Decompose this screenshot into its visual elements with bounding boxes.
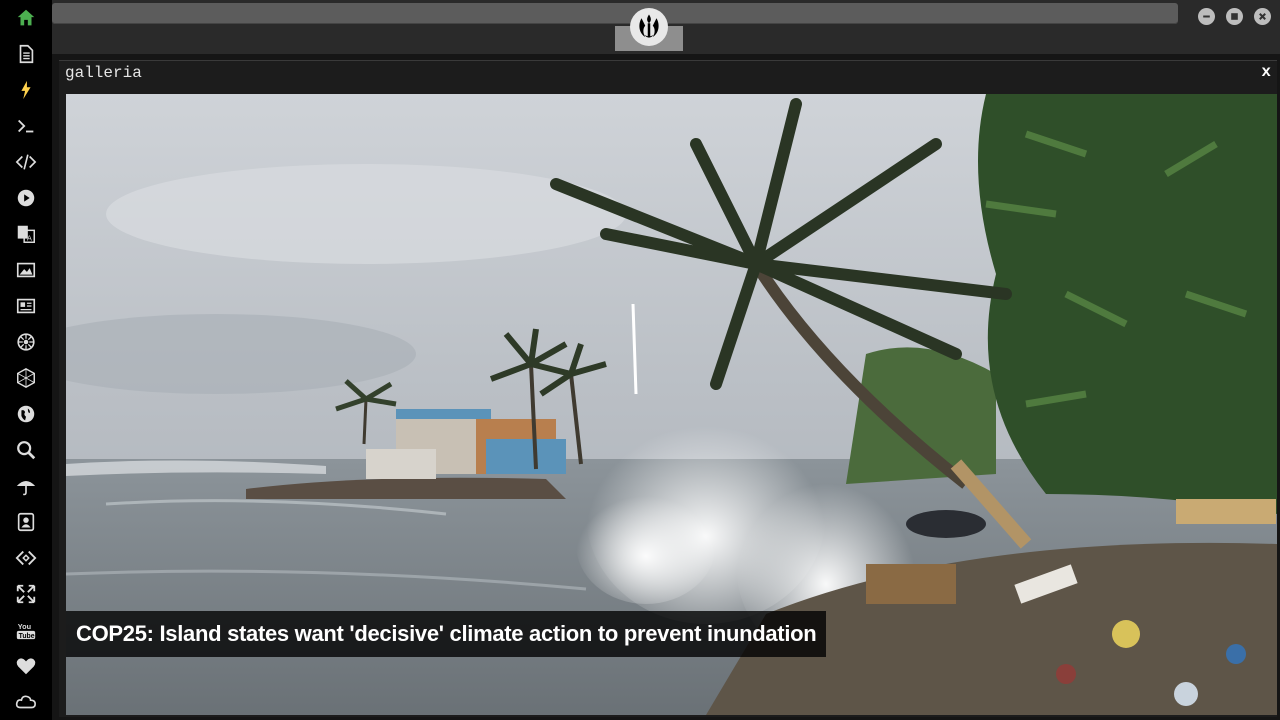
play-icon[interactable]: [13, 185, 39, 211]
caption-text: COP25: Island states want 'decisive' cli…: [76, 621, 817, 646]
svg-text:You: You: [18, 622, 31, 631]
photo-caption: COP25: Island states want 'decisive' cli…: [66, 611, 827, 657]
rebel-emblem-icon[interactable]: [630, 8, 668, 46]
minimize-button[interactable]: [1198, 8, 1215, 25]
maximize-button[interactable]: [1226, 8, 1243, 25]
youtube-icon[interactable]: You Tube: [13, 617, 39, 643]
newspaper-icon[interactable]: [13, 293, 39, 319]
code-icon[interactable]: [13, 149, 39, 175]
lightning-icon[interactable]: [13, 77, 39, 103]
terminal-icon[interactable]: [13, 113, 39, 139]
settings-wheel-icon[interactable]: [13, 329, 39, 355]
address-bar[interactable]: [52, 3, 1178, 24]
close-window-button[interactable]: [1254, 8, 1271, 25]
hexagon-icon[interactable]: [13, 365, 39, 391]
globe-icon[interactable]: [13, 401, 39, 427]
embed-icon[interactable]: [13, 545, 39, 571]
search-icon[interactable]: [13, 437, 39, 463]
document-icon[interactable]: [13, 41, 39, 67]
cloud-icon[interactable]: [13, 689, 39, 715]
close-gallery-button[interactable]: x: [1261, 63, 1271, 81]
svg-text:A: A: [27, 233, 32, 242]
translate-icon[interactable]: A: [13, 221, 39, 247]
home-icon[interactable]: [13, 5, 39, 31]
umbrella-icon[interactable]: [13, 473, 39, 499]
gallery-window: galleria x COP25: Island states want 'de…: [59, 60, 1277, 717]
svg-text:Tube: Tube: [19, 633, 35, 640]
heart-icon[interactable]: [13, 653, 39, 679]
contact-card-icon[interactable]: [13, 509, 39, 535]
window-title: galleria: [65, 64, 142, 82]
image-icon[interactable]: [13, 257, 39, 283]
sidebar: A You Tube: [0, 0, 52, 720]
expand-icon[interactable]: [13, 581, 39, 607]
